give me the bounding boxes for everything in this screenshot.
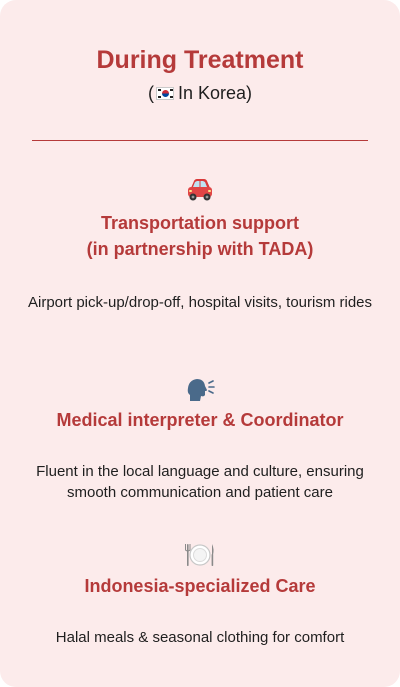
section-title: Medical interpreter & Coordinator	[56, 410, 344, 430]
subtitle-open-paren: (	[147, 83, 154, 103]
treatment-card: During Treatment ( In Korea) Transportati…	[0, 0, 400, 687]
section-interpreter: Medical interpreter & Coordinator Fluent…	[0, 375, 400, 503]
section-title: Indonesia-specialized Care	[84, 576, 316, 596]
car-icon	[188, 179, 212, 201]
subtitle: ( In Korea)	[0, 80, 400, 106]
speaking-head-icon	[187, 379, 215, 401]
subtitle-text: In Korea)	[177, 83, 253, 103]
section-description: Airport pick-up/drop-off, hospital visit…	[27, 294, 373, 311]
section-title-line2: (in partnership with TADA)	[86, 239, 314, 259]
page-title: During Treatment	[96, 46, 304, 74]
korea-flag-icon	[155, 87, 174, 100]
plate-cutlery-icon	[185, 544, 214, 566]
section-description: Halal meals & seasonal clothing for comf…	[55, 629, 345, 646]
divider	[32, 140, 368, 141]
section-title-line1: Transportation support	[101, 213, 299, 233]
section-transportation: Transportation support (in partnership w…	[0, 176, 400, 313]
section-description: Fluent in the local language and culture…	[36, 463, 364, 501]
section-care: Indonesia-specialized Care Halal meals &…	[0, 541, 400, 648]
